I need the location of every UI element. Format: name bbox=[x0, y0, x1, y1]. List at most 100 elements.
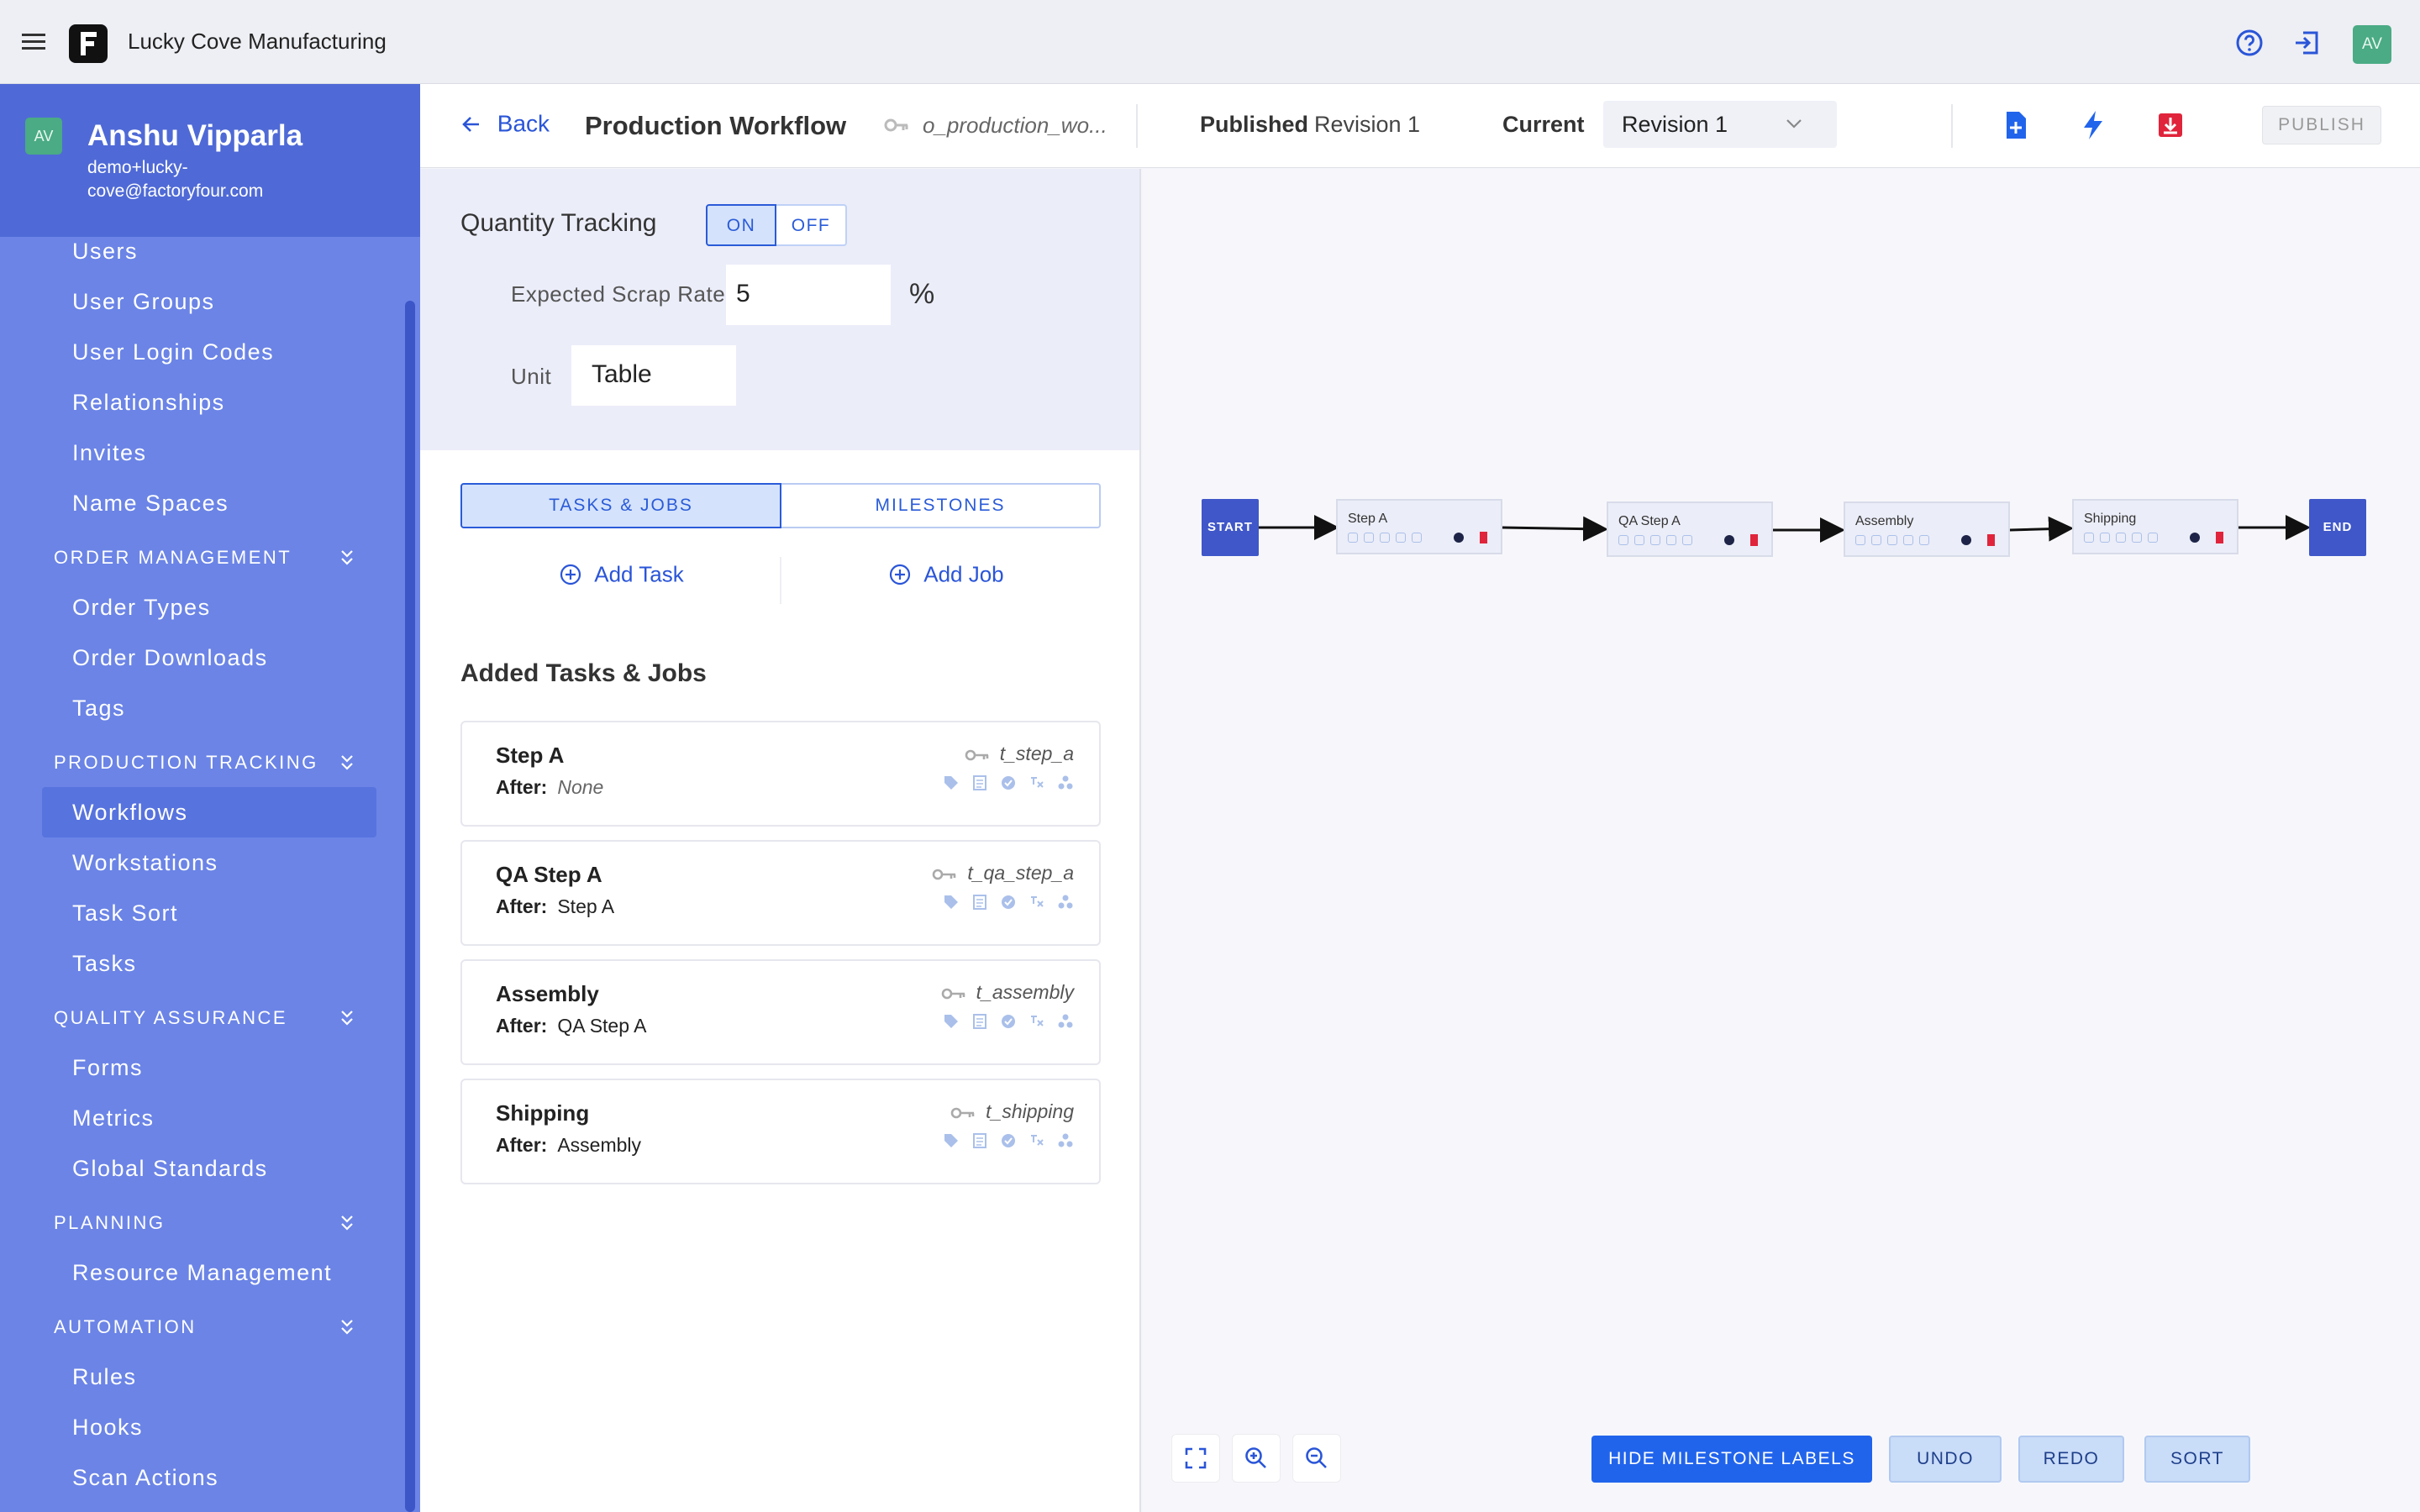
node-delete-icon[interactable] bbox=[1480, 532, 1487, 543]
section-quality-assurance[interactable]: QUALITY ASSURANCE bbox=[54, 1001, 356, 1035]
sidebar-item-scan-actions[interactable]: Scan Actions bbox=[42, 1452, 376, 1503]
check-circle-icon[interactable] bbox=[1000, 774, 1017, 791]
back-button[interactable]: Back bbox=[460, 109, 550, 143]
sidebar-item-user-login-codes[interactable]: User Login Codes bbox=[42, 327, 376, 377]
task-card[interactable]: QA Step A After: Step A t_qa_step_a bbox=[460, 840, 1101, 946]
tab-milestones[interactable]: MILESTONES bbox=[781, 483, 1101, 528]
workflow-node[interactable]: Assembly bbox=[1844, 501, 2010, 557]
hierarchy-icon[interactable] bbox=[1057, 894, 1074, 911]
sidebar-item-order-downloads[interactable]: Order Downloads bbox=[42, 633, 376, 683]
sidebar-item-workflows[interactable]: Workflows bbox=[42, 787, 376, 837]
list-icon[interactable] bbox=[971, 894, 988, 911]
sidebar: AV Anshu Vipparla demo+lucky-cove@factor… bbox=[0, 84, 420, 1512]
task-card[interactable]: Assembly After: QA Step A t_assembly bbox=[460, 959, 1101, 1065]
download-icon[interactable] bbox=[2156, 109, 2185, 141]
arrow-left-icon bbox=[462, 116, 479, 132]
sidebar-item-workstations[interactable]: Workstations bbox=[42, 837, 376, 888]
sidebar-scrollbar[interactable] bbox=[405, 301, 415, 1512]
page-title: Production Workflow bbox=[585, 111, 847, 140]
toggle-off-button[interactable]: OFF bbox=[776, 204, 847, 246]
zoom-out-button[interactable] bbox=[1292, 1434, 1341, 1483]
sidebar-item-tasks[interactable]: Tasks bbox=[42, 938, 376, 989]
sort-button[interactable]: SORT bbox=[2144, 1436, 2250, 1483]
tag-icon[interactable] bbox=[943, 774, 960, 791]
sidebar-item-order-types[interactable]: Order Types bbox=[42, 582, 376, 633]
check-circle-icon[interactable] bbox=[1000, 1013, 1017, 1030]
sidebar-item-rules[interactable]: Rules bbox=[42, 1352, 376, 1402]
task-key-value: t_qa_step_a bbox=[967, 862, 1074, 884]
zoom-in-icon bbox=[1245, 1447, 1266, 1468]
workflow-node[interactable]: Shipping bbox=[2072, 499, 2238, 554]
sidebar-item-invites[interactable]: Invites bbox=[42, 428, 376, 478]
hamburger-menu-icon[interactable] bbox=[20, 29, 47, 55]
workflow-node[interactable]: Step A bbox=[1336, 499, 1502, 554]
hierarchy-icon[interactable] bbox=[1057, 1132, 1074, 1149]
add-task-label: Add Task bbox=[594, 561, 684, 587]
redo-button[interactable]: REDO bbox=[2018, 1436, 2124, 1483]
section-order-management[interactable]: ORDER MANAGEMENT bbox=[54, 541, 356, 575]
scrap-rate-input[interactable]: 5 bbox=[726, 265, 891, 325]
toggle-on-button[interactable]: ON bbox=[706, 204, 776, 246]
task-card[interactable]: Shipping After: Assembly t_shipping bbox=[460, 1079, 1101, 1184]
section-automation[interactable]: AUTOMATION bbox=[54, 1310, 356, 1344]
node-delete-icon[interactable] bbox=[1750, 534, 1758, 546]
workflow-canvas[interactable]: START Step A QA Step A Assembly Shipping… bbox=[1143, 169, 2420, 1512]
undo-button[interactable]: UNDO bbox=[1889, 1436, 2002, 1483]
lightning-icon[interactable] bbox=[2079, 109, 2107, 141]
help-icon[interactable] bbox=[2235, 29, 2264, 57]
sidebar-item-forms[interactable]: Forms bbox=[42, 1042, 376, 1093]
hide-milestone-labels-button[interactable]: HIDE MILESTONE LABELS bbox=[1591, 1436, 1872, 1483]
start-node[interactable]: START bbox=[1202, 499, 1259, 556]
node-delete-icon[interactable] bbox=[1987, 534, 1995, 546]
check-circle-icon[interactable] bbox=[1000, 894, 1017, 911]
workflow-node[interactable]: QA Step A bbox=[1607, 501, 1773, 557]
end-node[interactable]: END bbox=[2309, 499, 2366, 556]
node-delete-icon[interactable] bbox=[2216, 532, 2223, 543]
hierarchy-icon[interactable] bbox=[1057, 1013, 1074, 1030]
task-key: t_step_a bbox=[965, 743, 1074, 765]
rule-icon[interactable] bbox=[1028, 774, 1045, 791]
tag-icon[interactable] bbox=[943, 1132, 960, 1149]
sidebar-item-user-groups[interactable]: User Groups bbox=[42, 276, 376, 327]
node-status-dot bbox=[1724, 535, 1734, 545]
sidebar-item-global-standards[interactable]: Global Standards bbox=[42, 1143, 376, 1194]
tag-icon[interactable] bbox=[943, 894, 960, 911]
tab-tasks-jobs[interactable]: TASKS & JOBS bbox=[460, 483, 781, 528]
rule-icon[interactable] bbox=[1028, 894, 1045, 911]
node-icons bbox=[1348, 533, 1422, 543]
fit-screen-button[interactable] bbox=[1171, 1434, 1220, 1483]
user-avatar: AV bbox=[25, 118, 62, 155]
unit-input[interactable]: Table bbox=[571, 345, 736, 406]
logout-icon[interactable] bbox=[2292, 29, 2321, 57]
after-value: Step A bbox=[557, 895, 615, 917]
list-icon[interactable] bbox=[971, 774, 988, 791]
avatar[interactable]: AV bbox=[2353, 25, 2391, 64]
sidebar-item-tags[interactable]: Tags bbox=[42, 683, 376, 733]
section-planning[interactable]: PLANNING bbox=[54, 1206, 356, 1240]
check-circle-icon[interactable] bbox=[1000, 1132, 1017, 1149]
list-icon[interactable] bbox=[971, 1013, 988, 1030]
section-production-tracking[interactable]: PRODUCTION TRACKING bbox=[54, 746, 356, 780]
list-icon[interactable] bbox=[971, 1132, 988, 1149]
sidebar-item-hooks[interactable]: Hooks bbox=[42, 1402, 376, 1452]
key-icon bbox=[950, 1107, 975, 1119]
hierarchy-icon[interactable] bbox=[1057, 774, 1074, 791]
sidebar-item-metrics[interactable]: Metrics bbox=[42, 1093, 376, 1143]
sidebar-item-users[interactable]: Users bbox=[42, 226, 376, 276]
rule-icon[interactable] bbox=[1028, 1013, 1045, 1030]
task-card[interactable]: Step A After: None t_step_a bbox=[460, 721, 1101, 827]
current-label: Current bbox=[1502, 112, 1585, 137]
sidebar-item-resource-management[interactable]: Resource Management bbox=[42, 1247, 376, 1298]
sidebar-item-name-spaces[interactable]: Name Spaces bbox=[42, 478, 376, 528]
tag-icon[interactable] bbox=[943, 1013, 960, 1030]
sidebar-item-task-sort[interactable]: Task Sort bbox=[42, 888, 376, 938]
rule-icon[interactable] bbox=[1028, 1132, 1045, 1149]
add-job-button[interactable]: Add Job bbox=[889, 560, 1004, 594]
sidebar-item-relationships[interactable]: Relationships bbox=[42, 377, 376, 428]
task-key: t_qa_step_a bbox=[932, 862, 1074, 885]
add-document-icon[interactable] bbox=[2002, 109, 2030, 141]
zoom-in-button[interactable] bbox=[1232, 1434, 1281, 1483]
add-task-button[interactable]: Add Task bbox=[560, 560, 684, 594]
publish-button[interactable]: PUBLISH bbox=[2262, 106, 2381, 144]
revision-select[interactable]: Revision 1 bbox=[1603, 101, 1837, 148]
